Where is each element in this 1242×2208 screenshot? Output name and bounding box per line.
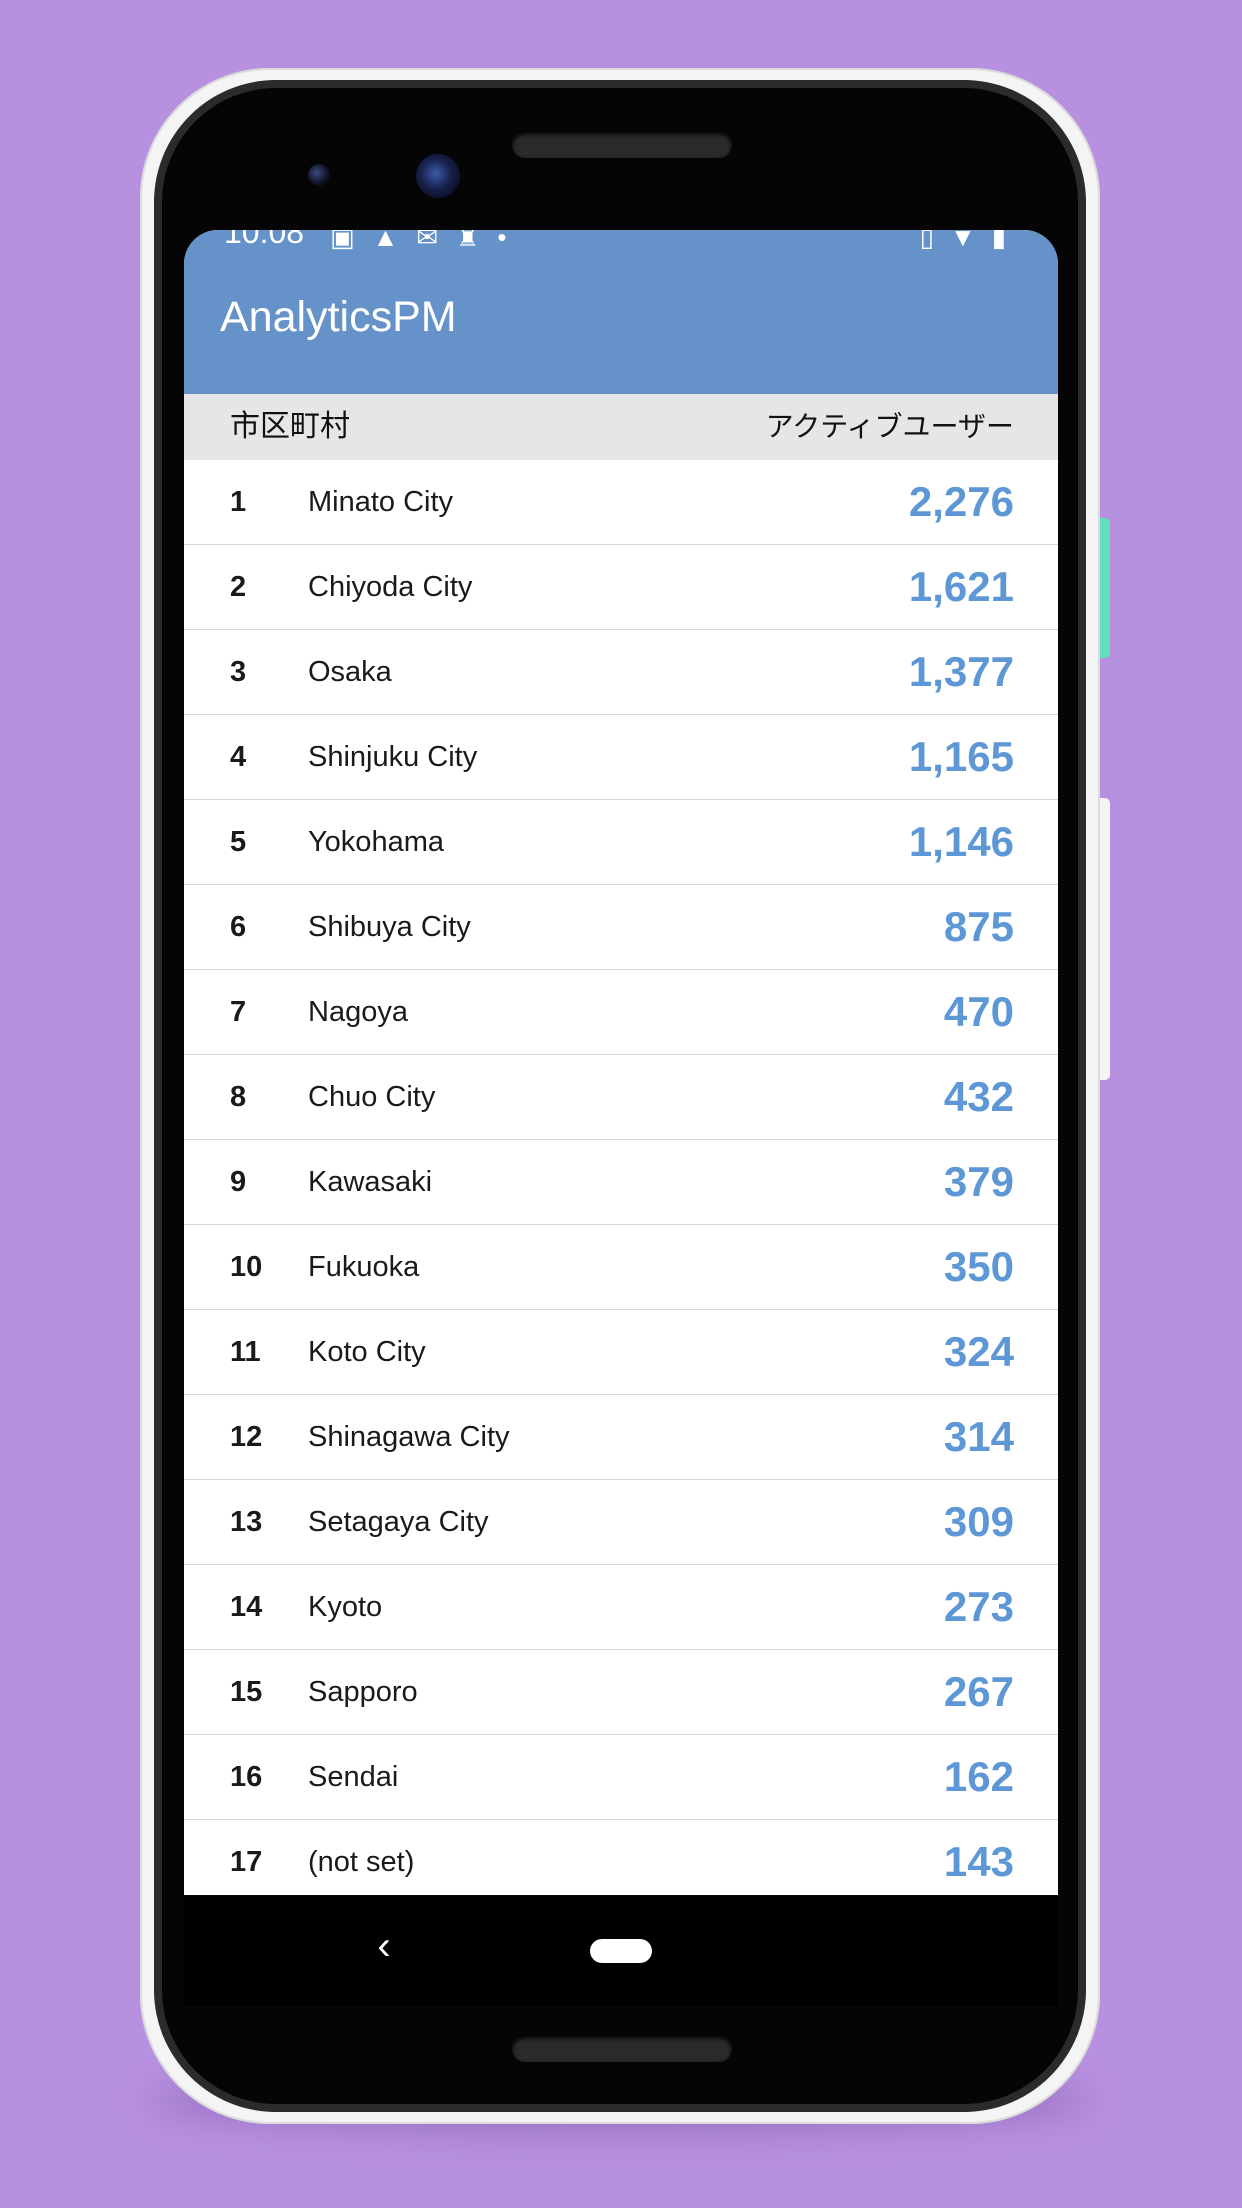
row-rank: 4 — [230, 741, 247, 773]
app-title: AnalyticsPM — [220, 293, 457, 341]
table-row[interactable]: 9 Kawasaki 379 — [184, 1140, 1058, 1225]
status-bar: 10:08 ▣▲✉♜• ▯▼▮ — [184, 230, 1058, 252]
row-rank: 8 — [230, 1081, 247, 1113]
table-row[interactable]: 2 Chiyoda City 1,621 — [184, 545, 1058, 630]
row-city-name: Chiyoda City — [308, 571, 473, 603]
row-active-users-count: 1,377 — [908, 648, 1014, 695]
row-active-users-count: 350 — [943, 1243, 1014, 1290]
power-button — [1100, 518, 1110, 658]
table-row[interactable]: 12 Shinagawa City 314 — [184, 1395, 1058, 1480]
table-row[interactable]: 11 Koto City 324 — [184, 1310, 1058, 1395]
row-rank: 10 — [230, 1251, 263, 1283]
mail-icon: ✉ — [416, 230, 457, 252]
dot-icon: • — [497, 230, 525, 252]
row-rank: 12 — [230, 1421, 263, 1453]
row-city-name: Shinagawa City — [308, 1421, 510, 1453]
signal-tower-icon: ♜ — [456, 230, 498, 252]
row-rank: 1 — [230, 486, 247, 518]
table-row[interactable]: 17 (not set) 143 — [184, 1820, 1058, 1895]
row-city-name: Chuo City — [308, 1081, 436, 1113]
row-city-name: (not set) — [308, 1846, 415, 1878]
row-active-users-count: 162 — [943, 1753, 1014, 1800]
row-city-name: Fukuoka — [308, 1251, 420, 1283]
wifi-icon: ▼ — [949, 230, 992, 252]
row-active-users-count: 1,146 — [908, 818, 1014, 865]
row-active-users-count: 432 — [943, 1073, 1014, 1120]
table-row[interactable]: 5 Yokohama 1,146 — [184, 800, 1058, 885]
row-rank: 15 — [230, 1676, 263, 1708]
table-row[interactable]: 6 Shibuya City 875 — [184, 885, 1058, 970]
row-rank: 16 — [230, 1761, 263, 1793]
front-camera — [416, 154, 460, 198]
row-active-users-count: 875 — [943, 903, 1014, 950]
row-city-name: Kyoto — [308, 1591, 383, 1623]
alert-icon: ▲ — [372, 230, 417, 252]
city-list[interactable]: 1 Minato City 2,276 2 Chiyoda City 1,621 3 Osak… — [184, 460, 1058, 1895]
row-active-users-count: 2,276 — [908, 478, 1014, 525]
row-active-users-count: 309 — [943, 1498, 1014, 1545]
table-row[interactable]: 3 Osaka 1,377 — [184, 630, 1058, 715]
table-row[interactable]: 13 Setagaya City 309 — [184, 1480, 1058, 1565]
home-pill-icon[interactable] — [590, 1939, 652, 1963]
row-active-users-count: 324 — [943, 1328, 1014, 1375]
row-city-name: Koto City — [308, 1336, 426, 1368]
row-city-name: Yokohama — [308, 826, 444, 858]
table-row[interactable]: 16 Sendai 162 — [184, 1735, 1058, 1820]
row-rank: 5 — [230, 826, 247, 858]
table-row[interactable]: 10 Fukuoka 350 — [184, 1225, 1058, 1310]
row-rank: 2 — [230, 571, 247, 603]
row-rank: 17 — [230, 1846, 263, 1878]
table-row[interactable]: 1 Minato City 2,276 — [184, 460, 1058, 545]
row-city-name: Kawasaki — [308, 1166, 433, 1198]
phone-screen: 10:08 ▣▲✉♜• ▯▼▮ AnalyticsPM 市区町村 アクティブユー… — [184, 230, 1058, 1895]
row-city-name: Osaka — [308, 656, 392, 688]
table-row[interactable]: 4 Shinjuku City 1,165 — [184, 715, 1058, 800]
row-rank: 11 — [230, 1336, 261, 1368]
status-notification-icons: ▣▲✉♜• — [330, 230, 525, 250]
row-active-users-count: 273 — [943, 1583, 1014, 1630]
table-header: 市区町村 アクティブユーザー — [184, 394, 1058, 460]
back-chevron-icon[interactable]: ‹ — [364, 1916, 404, 1976]
front-sensor — [308, 164, 330, 186]
app-bar: AnalyticsPM — [184, 252, 1058, 394]
row-city-name: Nagoya — [308, 996, 408, 1028]
row-city-name: Shinjuku City — [308, 741, 478, 773]
row-city-name: Shibuya City — [308, 911, 471, 943]
row-active-users-count: 1,165 — [908, 733, 1014, 780]
row-rank: 9 — [230, 1166, 247, 1198]
battery-charging-icon: ▮ — [991, 230, 1022, 252]
row-city-name: Sapporo — [308, 1676, 418, 1708]
navigation-bar: ‹ — [184, 1896, 1058, 2006]
table-row[interactable]: 15 Sapporo 267 — [184, 1650, 1058, 1735]
row-active-users-count: 1,621 — [908, 563, 1014, 610]
status-time: 10:08 — [224, 230, 305, 250]
row-rank: 7 — [230, 996, 247, 1028]
vibrate-icon: ▯ — [919, 230, 950, 252]
column-header-city: 市区町村 — [230, 409, 350, 444]
volume-button — [1100, 798, 1110, 1080]
row-active-users-count: 379 — [943, 1158, 1014, 1205]
row-city-name: Minato City — [308, 486, 454, 518]
column-header-active-users: アクティブユーザー — [765, 410, 1014, 443]
row-rank: 13 — [230, 1506, 263, 1538]
row-rank: 14 — [230, 1591, 263, 1623]
row-active-users-count: 314 — [943, 1413, 1014, 1460]
row-rank: 3 — [230, 656, 247, 688]
row-active-users-count: 470 — [943, 988, 1014, 1035]
status-system-icons: ▯▼▮ — [920, 230, 1022, 250]
table-row[interactable]: 7 Nagoya 470 — [184, 970, 1058, 1055]
row-rank: 6 — [230, 911, 247, 943]
bottom-speaker — [512, 2036, 732, 2062]
row-active-users-count: 267 — [943, 1668, 1014, 1715]
top-speaker — [512, 132, 732, 158]
row-active-users-count: 143 — [943, 1838, 1014, 1885]
table-row[interactable]: 8 Chuo City 432 — [184, 1055, 1058, 1140]
row-city-name: Sendai — [308, 1761, 399, 1793]
row-city-name: Setagaya City — [308, 1506, 489, 1538]
table-row[interactable]: 14 Kyoto 273 — [184, 1565, 1058, 1650]
image-icon: ▣ — [330, 230, 373, 252]
